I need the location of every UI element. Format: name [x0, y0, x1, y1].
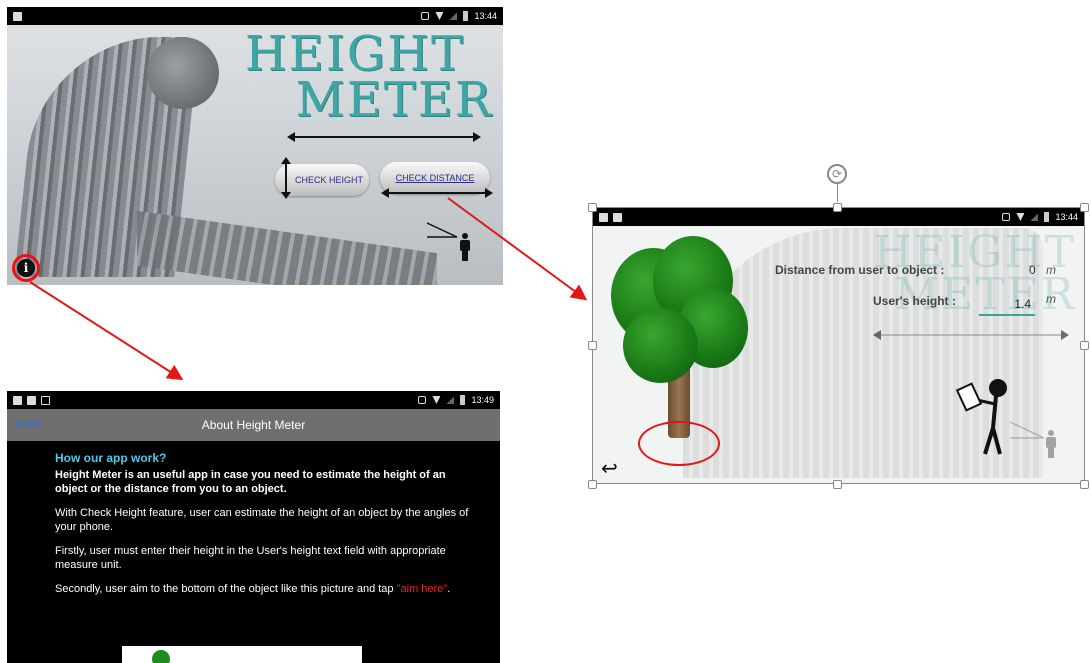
notification-icon	[13, 11, 22, 21]
image-notification-icon	[27, 395, 36, 405]
about-heading: How our app work?	[55, 451, 167, 465]
signal-icon	[1030, 213, 1039, 221]
distance-unit: m	[1046, 263, 1056, 277]
notification-icon	[13, 395, 22, 405]
measure-screen: HEIGHT METER 13:44 Distance from user to…	[592, 207, 1085, 484]
building-podium	[137, 210, 437, 285]
selection-handle[interactable]	[833, 480, 842, 489]
status-bar: 13:49	[7, 391, 500, 409]
building-dome	[147, 37, 219, 109]
distance-arrow-icon	[381, 188, 493, 198]
about-content: How our app work? Height Meter is an use…	[55, 451, 475, 606]
user-height-label: User's height :	[873, 294, 956, 308]
vibrate-icon	[421, 12, 430, 20]
rotate-handle-icon[interactable]: ⟳	[827, 164, 847, 184]
back-arrow-icon[interactable]: ↩	[601, 456, 618, 481]
vertical-arrow-icon	[281, 157, 291, 199]
about-paragraph-2: Firstly, user must enter their height in…	[55, 545, 446, 571]
about-paragraph-3: Secondly, user aim to the bottom of the …	[55, 582, 475, 596]
user-height-input[interactable]	[979, 294, 1035, 316]
info-button[interactable]: i	[12, 254, 40, 282]
rotate-handle-stem	[837, 184, 838, 202]
tree-crown	[623, 308, 698, 383]
angle-line-icon	[426, 222, 458, 238]
status-time: 13:49	[471, 395, 494, 405]
aim-target-highlight	[638, 421, 720, 466]
signal-icon	[446, 396, 455, 404]
info-icon: i	[17, 259, 35, 277]
example-picture	[122, 646, 362, 663]
distance-value: 0	[1029, 263, 1036, 277]
selection-handle[interactable]	[588, 203, 597, 212]
about-intro: Height Meter is an useful app in case yo…	[55, 469, 446, 495]
selection-handle[interactable]	[1080, 341, 1089, 350]
selection-handle[interactable]	[588, 341, 597, 350]
app-title: HEIGHT METER	[244, 26, 493, 128]
wifi-icon	[435, 12, 444, 20]
aim-here-link: "aim here"	[396, 583, 448, 595]
selection-handle[interactable]	[1080, 480, 1089, 489]
vibrate-icon	[418, 396, 427, 404]
faded-double-arrow	[873, 330, 1069, 340]
person-icon	[459, 233, 471, 261]
angle-line-icon	[1009, 421, 1045, 439]
about-nav-bar: Done About Height Meter	[7, 409, 500, 441]
about-paragraph-3-end: .	[447, 583, 451, 595]
faded-person-icon	[1045, 430, 1057, 458]
done-button[interactable]: Done	[15, 419, 41, 431]
app-title-line1: HEIGHT	[244, 26, 465, 82]
check-distance-button[interactable]: CHECK DISTANCE	[380, 162, 490, 194]
image-notification-icon	[599, 212, 608, 222]
status-bar: 13:44	[7, 7, 503, 25]
battery-icon	[463, 11, 469, 21]
tree-thumbnail	[152, 650, 170, 663]
stick-figure-icon	[955, 379, 1007, 455]
arrow-to-about-screen	[29, 281, 184, 381]
composite-canvas: 13:44 HEIGHT METER CHECK HEIGHT CHECK DI…	[0, 0, 1091, 663]
status-time: 13:44	[474, 11, 497, 21]
distance-label: Distance from user to object :	[775, 263, 945, 277]
status-time: 13:44	[1055, 212, 1078, 222]
about-screen: 13:49 Done About Height Meter How our ap…	[7, 391, 500, 663]
about-paragraph-3-text: Secondly, user aim to the bottom of the …	[55, 583, 397, 595]
wifi-icon	[1016, 213, 1025, 221]
screen-icon	[41, 395, 50, 405]
selection-handle[interactable]	[588, 480, 597, 489]
check-distance-label: CHECK DISTANCE	[395, 173, 475, 183]
main-screen: 13:44 HEIGHT METER CHECK HEIGHT CHECK DI…	[7, 7, 503, 285]
about-title: About Height Meter	[201, 418, 306, 432]
check-height-label: CHECK HEIGHT	[294, 175, 363, 185]
battery-icon	[460, 395, 466, 405]
app-notification-icon	[613, 212, 622, 222]
user-height-unit: m	[1046, 292, 1056, 306]
app-title-line2: METER	[295, 72, 493, 128]
battery-icon	[1044, 212, 1050, 222]
signal-icon	[449, 12, 458, 20]
wifi-icon	[432, 396, 441, 404]
selection-handle[interactable]	[1080, 203, 1089, 212]
vibrate-icon	[1002, 213, 1011, 221]
about-paragraph-1: With Check Height feature, user can esti…	[55, 507, 469, 533]
double-arrow-icon	[287, 132, 481, 142]
selection-handle[interactable]	[833, 203, 842, 212]
